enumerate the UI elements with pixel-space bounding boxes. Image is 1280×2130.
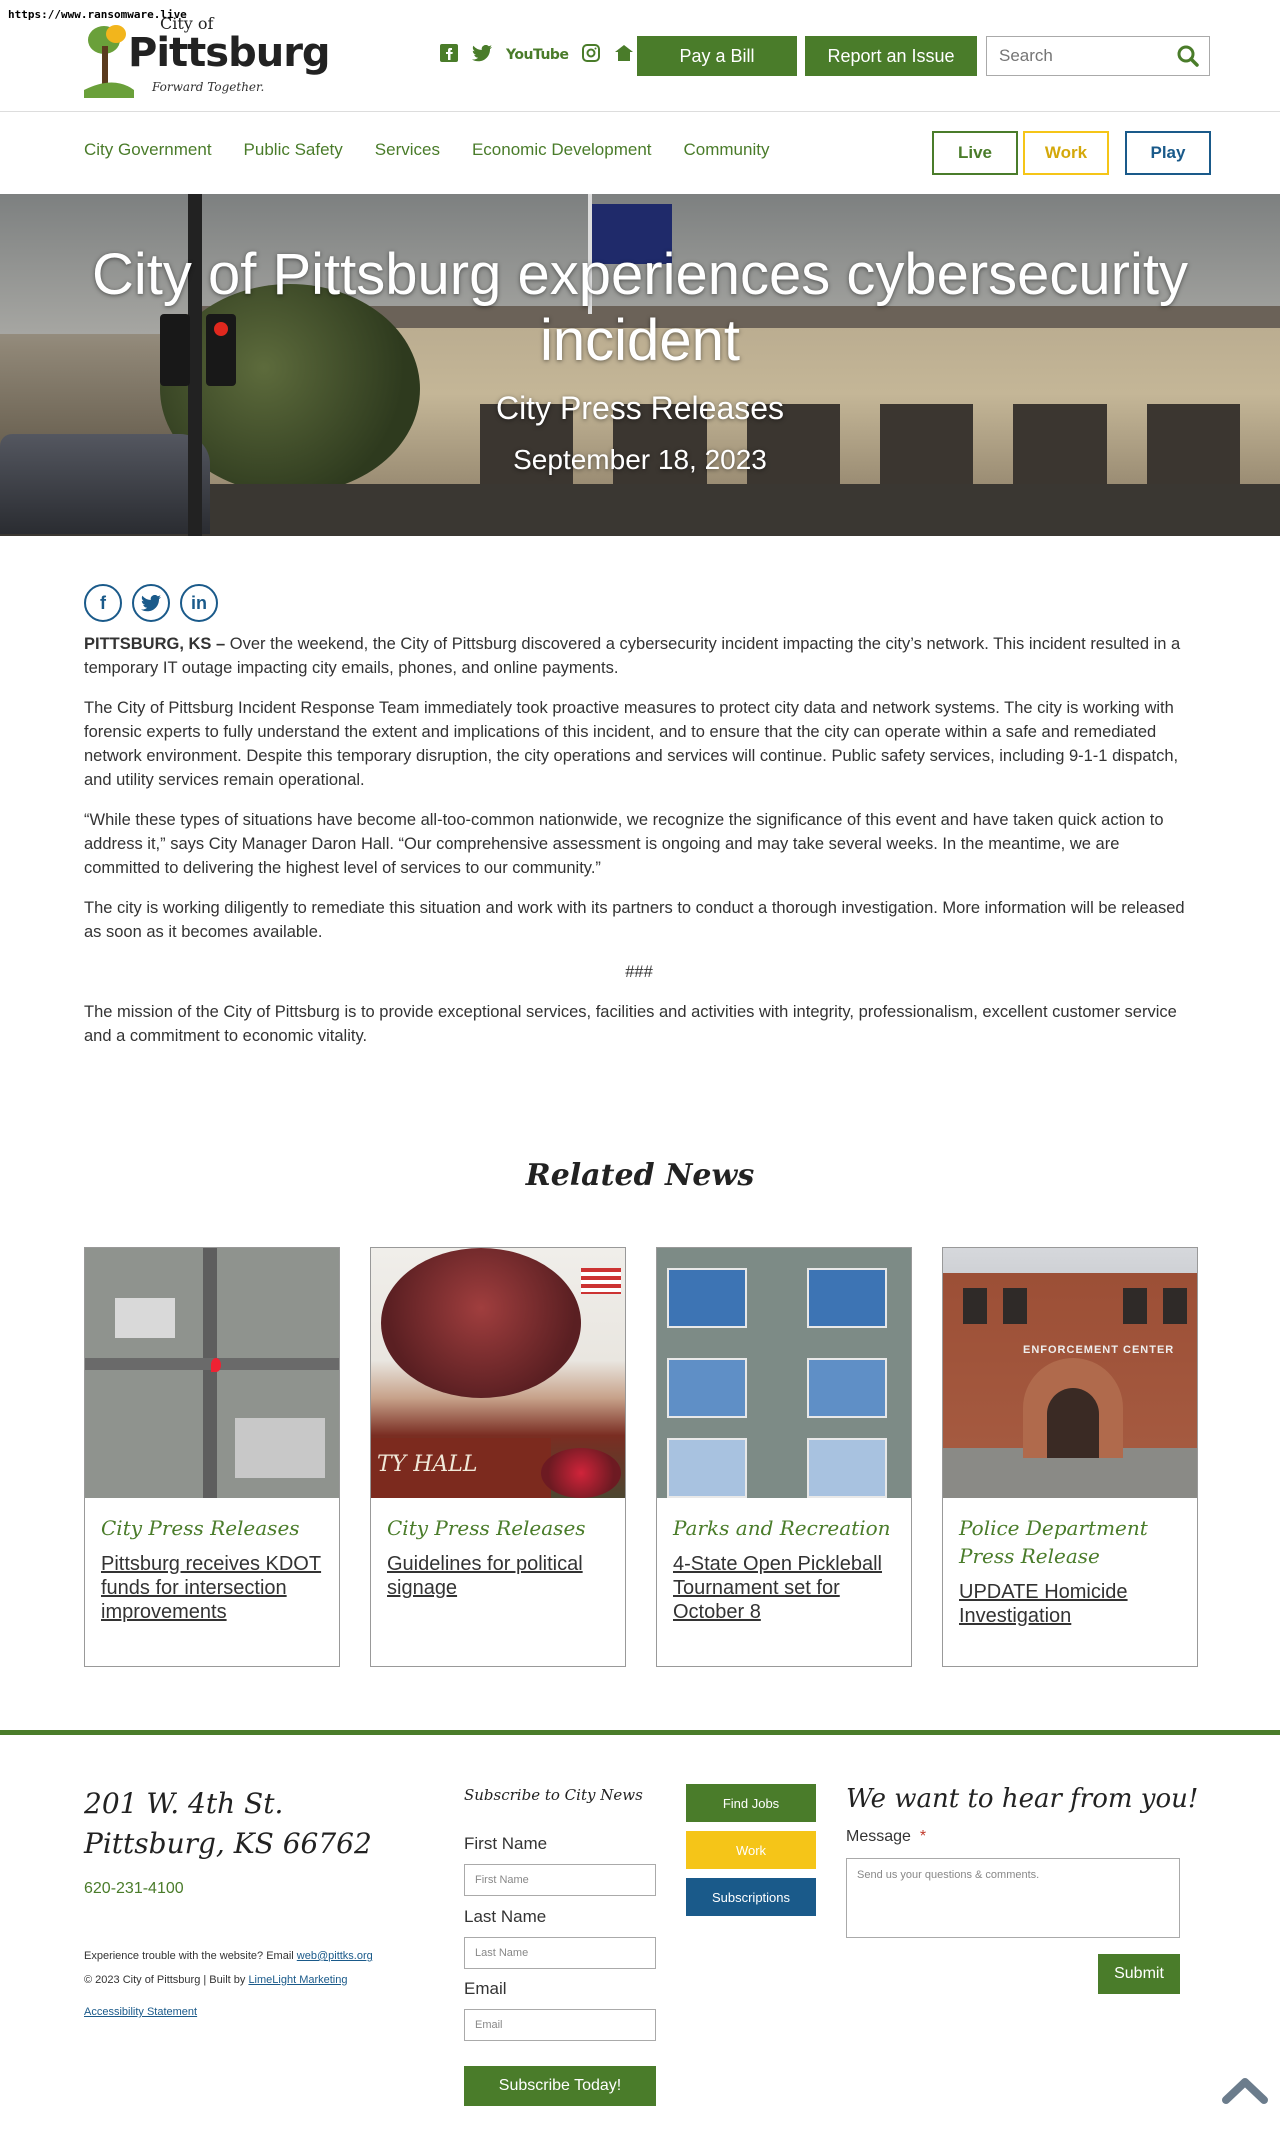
city-hall-sign: TY HALL [371, 1438, 551, 1498]
related-news-cards: City Press Releases Pittsburg receives K… [84, 1247, 1198, 1667]
home-icon[interactable] [614, 44, 634, 65]
find-jobs-button[interactable]: Find Jobs [686, 1784, 816, 1822]
search-input[interactable] [987, 37, 1167, 75]
address-line: 201 W. 4th St. [84, 1787, 284, 1820]
news-card-image[interactable]: ENFORCEMENT CENTER [943, 1248, 1197, 1498]
footer-divider [0, 1730, 1280, 1735]
site-header: City of Pittsburg Forward Together. YouT… [0, 0, 1280, 112]
footer-trouble-text: Experience trouble with the website? Ema… [84, 1950, 373, 1962]
builder-link[interactable]: LimeLight Marketing [248, 1974, 347, 1986]
nav-city-government[interactable]: City Government [84, 140, 212, 160]
logo-name: Pittsburg [128, 30, 331, 76]
last-name-field[interactable]: Last Name [464, 1937, 656, 1969]
copyright-text: © 2023 City of Pittsburg | Built by [84, 1974, 249, 1986]
news-card-category: City Press Releases [387, 1516, 586, 1540]
hero-banner: City of Pittsburg experiences cybersecur… [0, 194, 1280, 536]
contact-title: We want to hear from you! [846, 1784, 1199, 1814]
news-card-image[interactable] [85, 1248, 339, 1498]
news-card-image[interactable] [657, 1248, 911, 1498]
article-paragraph: PITTSBURG, KS – Over the weekend, the Ci… [84, 632, 1194, 680]
submit-button[interactable]: Submit [1098, 1954, 1180, 1994]
main-nav: City Government Public Safety Services E… [84, 140, 769, 160]
nav-services[interactable]: Services [375, 140, 440, 160]
footer-address: 201 W. 4th St. Pittsburg, KS 66762 [84, 1784, 372, 1864]
search-box [986, 36, 1210, 76]
first-name-label: First Name [464, 1834, 548, 1853]
nav-public-safety[interactable]: Public Safety [244, 140, 343, 160]
facebook-share-icon[interactable]: f [84, 584, 122, 622]
article-lead: Over the weekend, the City of Pittsburg … [84, 635, 1181, 677]
back-to-top-icon[interactable] [1222, 2076, 1268, 2108]
hero-date: September 18, 2023 [513, 444, 767, 475]
required-mark: * [919, 1828, 927, 1845]
work-footer-button[interactable]: Work [686, 1831, 816, 1869]
nav-community[interactable]: Community [684, 140, 770, 160]
article-divider: ### [625, 963, 653, 981]
play-button[interactable]: Play [1125, 131, 1211, 175]
nav-economic-development[interactable]: Economic Development [472, 140, 652, 160]
share-buttons: f in [84, 584, 218, 622]
address-line: Pittsburg, KS 66762 [84, 1827, 372, 1860]
webmaster-email-link[interactable]: web@pittks.org [297, 1950, 373, 1962]
search-icon[interactable] [1177, 45, 1199, 71]
message-label-text: Message [846, 1828, 911, 1845]
news-card-category: Police Department Press Release [959, 1516, 1148, 1568]
footer-phone[interactable]: 620-231-4100 [84, 1880, 184, 1898]
linkedin-share-icon[interactable]: in [180, 584, 218, 622]
message-field[interactable]: Send us your questions & comments. [846, 1858, 1180, 1938]
twitter-share-icon[interactable] [132, 584, 170, 622]
news-card[interactable]: City Press Releases Pittsburg receives K… [84, 1247, 340, 1667]
news-card-title[interactable]: UPDATE Homicide Investigation [959, 1580, 1183, 1628]
news-card-category: City Press Releases [101, 1516, 300, 1540]
news-card-title[interactable]: 4-State Open Pickleball Tournament set f… [673, 1552, 897, 1624]
facebook-icon[interactable] [440, 44, 458, 65]
tree-logo-icon [84, 25, 134, 98]
message-label: Message * [846, 1828, 926, 1846]
logo-tagline: Forward Together. [152, 80, 265, 94]
email-label: Email [464, 1979, 507, 1998]
news-card[interactable]: Parks and Recreation 4-State Open Pickle… [656, 1247, 912, 1667]
live-button[interactable]: Live [932, 131, 1018, 175]
news-card[interactable]: TY HALL City Press Releases Guidelines f… [370, 1247, 626, 1667]
article-paragraph: “While these types of situations have be… [84, 811, 1164, 877]
youtube-icon[interactable]: YouTube [506, 45, 569, 65]
article-paragraph: The City of Pittsburg Incident Response … [84, 699, 1179, 789]
subscribe-button[interactable]: Subscribe Today! [464, 2066, 656, 2106]
report-issue-button[interactable]: Report an Issue [805, 36, 977, 76]
twitter-icon[interactable] [472, 44, 492, 65]
news-card[interactable]: ENFORCEMENT CENTER Police Department Pre… [942, 1247, 1198, 1667]
news-card-title[interactable]: Guidelines for political signage [387, 1552, 611, 1600]
article-dateline: PITTSBURG, KS – [84, 635, 226, 653]
article-paragraph: The city is working diligently to remedi… [84, 899, 1185, 941]
article-body: PITTSBURG, KS – Over the weekend, the Ci… [84, 632, 1194, 1064]
first-name-field[interactable]: First Name [464, 1864, 656, 1896]
last-name-label: Last Name [464, 1907, 547, 1926]
news-card-image[interactable]: TY HALL [371, 1248, 625, 1498]
subscribe-title: Subscribe to City News [464, 1786, 643, 1804]
city-logo[interactable]: City of Pittsburg Forward Together. [84, 14, 331, 98]
footer-accessibility: Accessibility Statement [84, 2006, 197, 2018]
pay-bill-button[interactable]: Pay a Bill [637, 36, 797, 76]
email-field[interactable]: Email [464, 2009, 656, 2041]
news-card-title[interactable]: Pittsburg receives KDOT funds for inters… [101, 1552, 325, 1624]
work-button[interactable]: Work [1023, 131, 1109, 175]
hero-category[interactable]: City Press Releases [0, 390, 1280, 427]
enforcement-center-sign: ENFORCEMENT CENTER [1023, 1344, 1175, 1356]
accessibility-link[interactable]: Accessibility Statement [84, 2006, 197, 2018]
news-card-category: Parks and Recreation [673, 1516, 891, 1540]
page-title: City of Pittsburg experiences cybersecur… [92, 242, 1188, 373]
instagram-icon[interactable] [582, 44, 601, 65]
social-links: YouTube [440, 44, 634, 65]
article-paragraph: The mission of the City of Pittsburg is … [84, 1003, 1177, 1045]
subscriptions-button[interactable]: Subscriptions [686, 1878, 816, 1916]
footer-copyright: © 2023 City of Pittsburg | Built by Lime… [84, 1974, 348, 1986]
trouble-label: Experience trouble with the website? Ema… [84, 1950, 297, 1962]
map-pin-icon [211, 1358, 221, 1372]
related-news-heading: Related News [525, 1158, 755, 1193]
